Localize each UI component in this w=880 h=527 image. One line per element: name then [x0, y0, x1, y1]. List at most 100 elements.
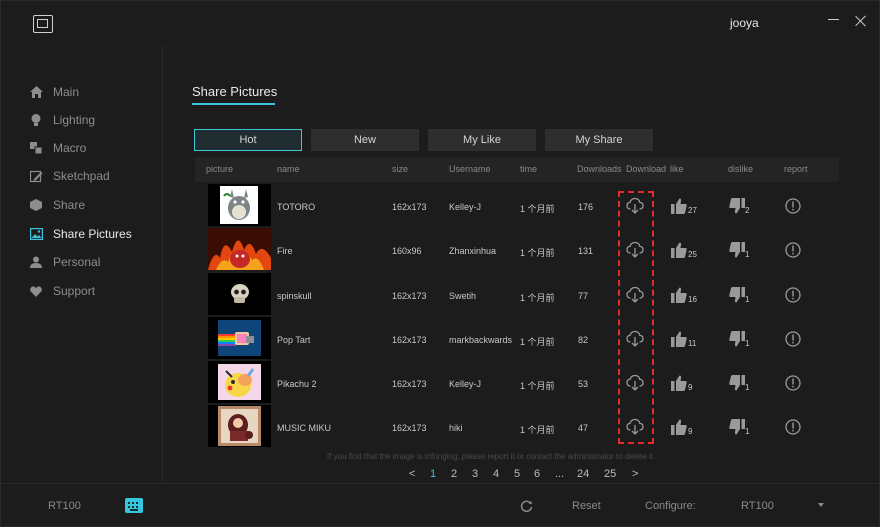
- row-downloads: 47: [578, 423, 589, 433]
- thumbs-down-icon[interactable]: [729, 198, 745, 214]
- pagination-page-24[interactable]: 24: [577, 468, 589, 480]
- column-header-name: name: [277, 164, 300, 174]
- like-count: 9: [688, 427, 693, 436]
- row-time: 1 个月前: [520, 425, 555, 435]
- thumbnail-skull[interactable]: [208, 273, 271, 315]
- tab-new[interactable]: New: [311, 129, 419, 151]
- sidebar-item-label: Share: [53, 198, 86, 212]
- thumbnail-nyan[interactable]: [208, 317, 271, 359]
- tab-my-like[interactable]: My Like: [428, 129, 536, 151]
- username-label[interactable]: jooya: [730, 16, 759, 30]
- keyboard-icon[interactable]: [125, 498, 143, 513]
- sidebar-item-share[interactable]: Share: [29, 196, 85, 214]
- thumbs-down-icon[interactable]: [729, 419, 745, 435]
- row-time: 1 个月前: [520, 381, 555, 391]
- thumbs-down-icon[interactable]: [729, 242, 745, 258]
- row-name: spinskull: [277, 291, 312, 301]
- sidebar-item-share-pictures[interactable]: Share Pictures: [29, 225, 132, 243]
- heart-icon: [29, 284, 43, 298]
- thumbs-up-icon[interactable]: [671, 287, 687, 303]
- refresh-icon[interactable]: [520, 499, 533, 512]
- close-icon[interactable]: [854, 14, 868, 28]
- sidebar-item-lighting[interactable]: Lighting: [29, 111, 95, 129]
- sidebar-item-label: Support: [53, 284, 96, 298]
- configure-select[interactable]: RT100: [741, 500, 774, 512]
- dislike-count: 1: [745, 427, 750, 436]
- thumbs-down-icon[interactable]: [729, 287, 745, 303]
- thumbs-up-icon[interactable]: [671, 419, 687, 435]
- dislike-count: 1: [745, 383, 750, 392]
- bulb-icon: [29, 113, 43, 127]
- sidebar-item-main[interactable]: Main: [29, 83, 79, 101]
- row-size: 162x173: [392, 423, 427, 433]
- sidebar-item-personal[interactable]: Personal: [29, 253, 100, 271]
- title-bar: jooya: [1, 1, 880, 45]
- row-time: 1 个月前: [520, 248, 555, 258]
- thumbnail-pikachu[interactable]: [208, 361, 271, 403]
- report-icon[interactable]: [785, 375, 801, 391]
- row-size: 162x173: [392, 379, 427, 389]
- row-name: TOTORO: [277, 202, 316, 212]
- home-icon: [29, 85, 43, 99]
- pagination-page-2[interactable]: 2: [451, 468, 457, 480]
- row-username: Kelley-J: [449, 379, 482, 389]
- thumbs-down-icon[interactable]: [729, 331, 745, 347]
- chevron-down-icon[interactable]: [818, 503, 824, 507]
- row-username: Zhanxinhua: [449, 246, 497, 256]
- thumbs-down-icon[interactable]: [729, 375, 745, 391]
- column-header-time: time: [520, 164, 538, 174]
- download-column-highlight: [618, 191, 654, 444]
- pagination-page-5[interactable]: 5: [514, 468, 520, 480]
- like-count: 11: [688, 339, 697, 348]
- pagination-page-1[interactable]: 1: [430, 468, 436, 480]
- sidebar-item-label: Main: [53, 85, 80, 99]
- sidebar-item-sketchpad[interactable]: Sketchpad: [29, 167, 110, 185]
- report-icon[interactable]: [785, 419, 801, 435]
- dislike-count: 1: [745, 295, 750, 304]
- thumbnail-fire[interactable]: [208, 228, 271, 270]
- column-header-size: size: [392, 164, 409, 174]
- row-downloads: 82: [578, 335, 589, 345]
- row-downloads: 77: [578, 291, 589, 301]
- dislike-count: 2: [745, 206, 750, 215]
- column-header-dislike: dislike: [728, 164, 754, 174]
- sidebar-item-label: Sketchpad: [53, 169, 110, 183]
- row-downloads: 53: [578, 379, 589, 389]
- row-size: 162x173: [392, 202, 427, 212]
- thumbs-up-icon[interactable]: [671, 331, 687, 347]
- sidebar-item-label: Personal: [53, 255, 101, 269]
- minimize-icon[interactable]: [828, 19, 839, 20]
- report-icon[interactable]: [785, 331, 801, 347]
- row-size: 162x173: [392, 335, 427, 345]
- like-count: 27: [688, 206, 697, 215]
- pagination-page-6[interactable]: 6: [534, 468, 540, 480]
- row-time: 1 个月前: [520, 293, 555, 303]
- configure-label: Configure:: [645, 500, 696, 512]
- pagination-page-25[interactable]: 25: [604, 468, 616, 480]
- report-icon[interactable]: [785, 242, 801, 258]
- tab-my-share[interactable]: My Share: [545, 129, 653, 151]
- reset-button[interactable]: Reset: [572, 500, 601, 512]
- thumbs-up-icon[interactable]: [671, 375, 687, 391]
- pencil-icon: [29, 169, 43, 183]
- report-icon[interactable]: [785, 287, 801, 303]
- app-logo-icon: [33, 15, 53, 33]
- row-time: 1 个月前: [520, 337, 555, 347]
- pagination-next[interactable]: >: [632, 468, 638, 480]
- dislike-count: 1: [745, 250, 750, 259]
- thumbnail-totoro[interactable]: [208, 184, 271, 226]
- like-count: 25: [688, 250, 697, 259]
- pagination-page-4[interactable]: 4: [493, 468, 499, 480]
- pagination-prev[interactable]: <: [409, 468, 415, 480]
- thumbs-up-icon[interactable]: [671, 198, 687, 214]
- report-icon[interactable]: [785, 198, 801, 214]
- tab-hot[interactable]: Hot: [194, 129, 302, 151]
- thumbnail-miku[interactable]: [208, 405, 271, 447]
- sidebar-item-support[interactable]: Support: [29, 282, 95, 300]
- pagination-page-3[interactable]: 3: [472, 468, 478, 480]
- sidebar-item-label: Macro: [53, 141, 87, 155]
- pagination-ellipsis: ...: [555, 468, 565, 480]
- sidebar-item-macro[interactable]: Macro: [29, 139, 86, 157]
- page-title-underline: [192, 103, 275, 105]
- thumbs-up-icon[interactable]: [671, 242, 687, 258]
